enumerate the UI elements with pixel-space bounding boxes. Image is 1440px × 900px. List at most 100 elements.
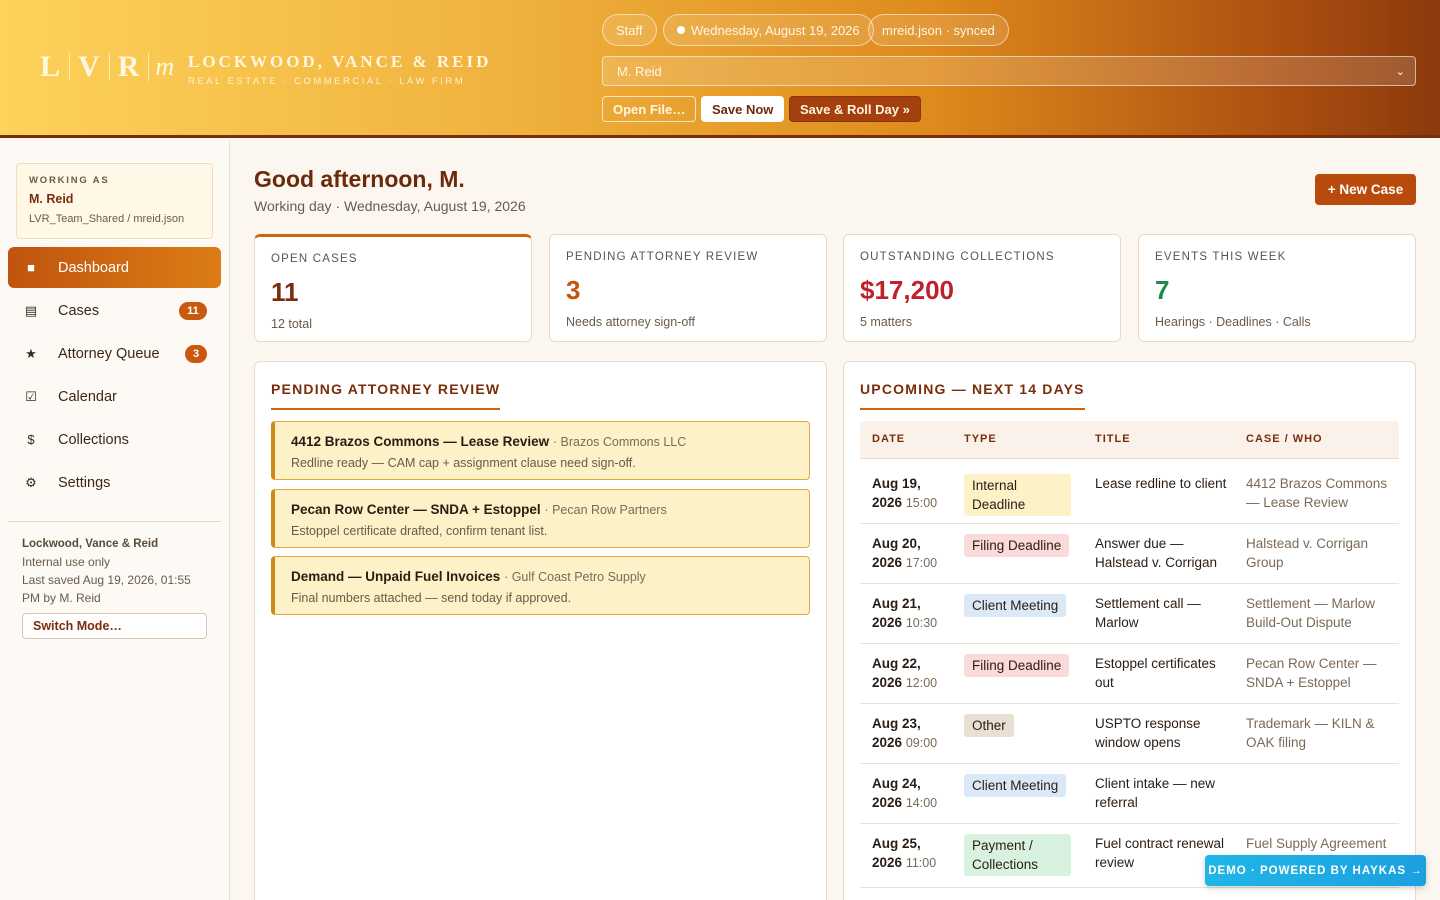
event-date: Aug 20, 2026 17:00: [872, 536, 938, 570]
page-subtitle: Working day · Wednesday, August 19, 2026: [254, 198, 526, 214]
status-dot-icon: [677, 26, 685, 34]
sidebar-item-label: Attorney Queue: [58, 345, 160, 362]
event-case: 4412 Brazos Commons — Lease Review: [1246, 476, 1388, 510]
event-date: Aug 25, 2026 11:00: [872, 836, 937, 870]
gear-icon: ⚙: [25, 474, 37, 490]
event-date: Aug 21, 2026 10:30: [872, 596, 938, 630]
table-row[interactable]: Aug 22, 2026 12:00 Filing Deadline Estopp…: [860, 644, 1399, 704]
working-as-name: M. Reid: [29, 192, 74, 206]
table-row[interactable]: Aug 21, 2026 10:30 Client Meeting Settlem…: [860, 584, 1399, 644]
sidebar-item-calendar[interactable]: ☑ Calendar: [8, 376, 221, 417]
stat-card-events: EVENTS THIS WEEK 7 Hearings · Deadlines …: [1138, 234, 1416, 342]
review-title: 4412 Brazos Commons — Lease Review: [291, 434, 550, 449]
event-title: Answer due — Halstead v. Corrigan: [1095, 536, 1218, 570]
event-case: Fuel Supply Agreement: [1246, 836, 1387, 851]
stat-sub: 5 matters: [860, 315, 913, 329]
demo-badge-link[interactable]: DEMO · POWERED BY HAYKAS →: [1205, 855, 1426, 886]
column-header-type: TYPE: [964, 433, 997, 445]
review-title: Pecan Row Center — SNDA + Estoppel: [291, 502, 541, 517]
table-row[interactable]: Aug 24, 2026 14:00 Client Meeting Client …: [860, 764, 1399, 824]
firm-tagline: REAL ESTATE · COMMERCIAL · LAW FIRM: [188, 76, 466, 87]
date-pill: Wednesday, August 19, 2026: [663, 14, 874, 46]
stat-sub: Hearings · Deadlines · Calls: [1155, 315, 1311, 329]
role-pill: Staff: [602, 14, 657, 46]
save-now-button[interactable]: Save Now: [701, 96, 785, 122]
user-select[interactable]: M. Reid ⌄: [602, 56, 1416, 86]
stat-value: 7: [1155, 275, 1170, 305]
list-icon: ▤: [24, 302, 38, 318]
page-title: Good afternoon, M.: [254, 166, 465, 192]
square-icon: ■: [27, 260, 35, 275]
review-title: Demand — Unpaid Fuel Invoices: [291, 569, 501, 584]
review-item[interactable]: Demand — Unpaid Fuel Invoices · Gulf Coa…: [271, 556, 810, 615]
event-date: Aug 24, 2026 14:00: [872, 776, 938, 810]
review-note: Estoppel certificate drafted, confirm te…: [291, 524, 548, 538]
sidebar-item-settings[interactable]: ⚙ Settings: [8, 462, 221, 503]
event-title: Estoppel certificates out: [1095, 656, 1216, 690]
user-select-value: M. Reid: [617, 63, 662, 79]
column-header-title: TITLE: [1095, 433, 1131, 445]
sidebar-item-label: Calendar: [58, 388, 117, 405]
event-case: Trademark — KILN & OAK filing: [1246, 716, 1375, 750]
stat-card-open-cases: OPEN CASES 11 12 total: [254, 234, 532, 342]
sidebar-footer: Lockwood, Vance & Reid Internal use only…: [22, 535, 212, 607]
column-header-case: CASE / WHO: [1246, 433, 1323, 445]
new-case-button[interactable]: + New Case: [1315, 174, 1416, 205]
stat-sub: Needs attorney sign-off: [566, 315, 696, 329]
sidebar-item-attorney-queue[interactable]: ★ Attorney Queue 3: [8, 333, 221, 374]
sidebar-divider: [8, 521, 221, 522]
footer-firm: Lockwood, Vance & Reid: [22, 538, 159, 550]
upcoming-panel: UPCOMING — NEXT 14 DAYS DATE TYPE TITLE …: [843, 361, 1416, 900]
open-file-button[interactable]: Open File…: [602, 96, 697, 122]
sidebar-item-collections[interactable]: $ Collections: [8, 419, 221, 460]
event-type-tag: Payment / Collections: [964, 834, 1071, 876]
table-header: DATE TYPE TITLE CASE / WHO: [860, 421, 1399, 459]
count-badge: 3: [185, 345, 207, 363]
firm-name: LOCKWOOD, VANCE & REID: [188, 52, 492, 71]
review-client: · Brazos Commons LLC: [552, 435, 687, 449]
sidebar-item-dashboard[interactable]: ■ Dashboard: [8, 247, 221, 288]
sidebar-item-label: Dashboard: [58, 259, 129, 276]
stat-sub: 12 total: [271, 317, 313, 331]
stat-label: PENDING ATTORNEY REVIEW: [566, 251, 759, 263]
stat-card-pending-review: PENDING ATTORNEY REVIEW 3 Needs attorney…: [549, 234, 827, 342]
stat-value: 11: [271, 277, 299, 307]
review-client: · Pecan Row Partners: [544, 503, 667, 517]
working-as-label: WORKING AS: [29, 175, 110, 186]
event-title: Lease redline to client: [1095, 476, 1227, 491]
event-date: Aug 22, 2026 12:00: [872, 656, 938, 690]
review-client: · Gulf Coast Petro Supply: [504, 570, 646, 584]
footer-last-saved: Last saved Aug 19, 2026, 01:55 PM by M. …: [22, 573, 191, 605]
footer-note: Internal use only: [22, 555, 111, 569]
event-title: Client intake — new referral: [1095, 776, 1216, 810]
sync-status-pill: mreid.json · synced: [868, 14, 1009, 46]
sidebar-item-label: Collections: [58, 431, 129, 448]
event-type-tag: Internal Deadline: [964, 474, 1071, 516]
event-type-tag: Other: [964, 714, 1014, 737]
review-item[interactable]: Pecan Row Center — SNDA + Estoppel · Pec…: [271, 489, 810, 548]
table-row[interactable]: Aug 20, 2026 17:00 Filing Deadline Answer…: [860, 524, 1399, 584]
review-item[interactable]: 4412 Brazos Commons — Lease Review · Bra…: [271, 421, 810, 480]
dollar-icon: $: [27, 432, 35, 447]
save-roll-day-button[interactable]: Save & Roll Day »: [789, 96, 921, 122]
switch-mode-button[interactable]: Switch Mode…: [22, 613, 207, 639]
working-as-file: LVR_Team_Shared / mreid.json: [29, 213, 185, 225]
stat-label: OUTSTANDING COLLECTIONS: [860, 251, 1055, 263]
review-note: Final numbers attached — send today if a…: [291, 591, 572, 605]
stat-value: 3: [566, 275, 581, 305]
table-row[interactable]: Aug 23, 2026 09:00 Other USPTO response w…: [860, 704, 1399, 764]
table-row[interactable]: Aug 19, 2026 15:00 Internal Deadline Leas…: [860, 464, 1399, 524]
sidebar-item-label: Settings: [58, 474, 111, 491]
event-case: Halstead v. Corrigan Group: [1246, 536, 1369, 570]
stat-value: $17,200: [860, 275, 954, 305]
review-note: Redline ready — CAM cap + assignment cla…: [291, 456, 636, 470]
app-header: L V R m LOCKWOOD, VANCE & REID REAL ESTA…: [0, 0, 1440, 138]
event-type-tag: Filing Deadline: [964, 534, 1070, 557]
sidebar-item-label: Cases: [58, 302, 100, 319]
event-type-tag: Client Meeting: [964, 774, 1067, 797]
sidebar-item-cases[interactable]: ▤ Cases 11: [8, 290, 221, 331]
working-as-card: WORKING AS M. Reid LVR_Team_Shared / mre…: [16, 163, 213, 239]
event-date: Aug 19, 2026 15:00: [872, 476, 938, 510]
pending-review-panel: PENDING ATTORNEY REVIEW 4412 Brazos Comm…: [254, 361, 827, 900]
column-header-date: DATE: [872, 433, 906, 445]
